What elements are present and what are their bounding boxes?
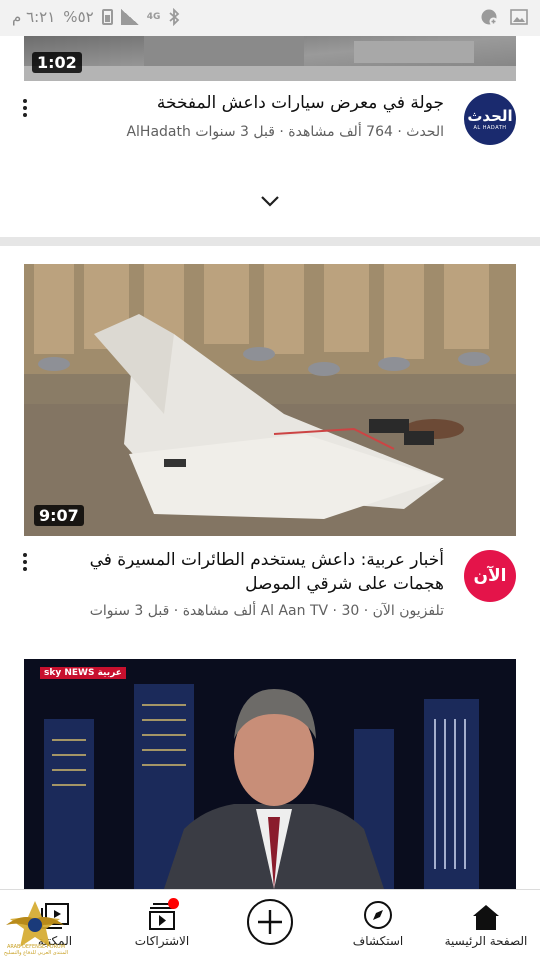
view-count: 764 ألف مشاهدة	[288, 124, 393, 140]
video-title[interactable]: جولة في معرض سيارات داعش المفخخة	[60, 91, 444, 115]
dot	[23, 99, 27, 103]
chevron-down-icon[interactable]	[256, 190, 284, 212]
news-brand-logo: sky NEWS عربية	[40, 667, 126, 679]
nav-explore[interactable]: استكشاف	[338, 890, 418, 960]
home-icon	[473, 905, 499, 930]
video-subtitle: تلفزيون الآن · Al Aan TV · 30 ألف مشاهدة…	[60, 603, 444, 619]
gallery-icon	[510, 9, 528, 25]
thumbnail-image	[24, 36, 516, 81]
section-divider	[0, 237, 540, 246]
nav-home-label: الصفحة الرئيسية	[444, 934, 528, 948]
thumbnail-image	[24, 659, 516, 889]
notification-dot	[168, 898, 179, 909]
video-title[interactable]: أخبار عربية: داعش يستخدم الطائرات المسير…	[60, 548, 444, 596]
video-subtitle: الحدث · 764 ألف مشاهدة · قبل 3 سنوات AlH…	[60, 124, 444, 140]
more-options-button[interactable]	[17, 551, 33, 573]
status-bar: ٦:٢١ م %٥٢ 4G	[0, 0, 540, 36]
channel-avatar[interactable]: الحدث AL HADATH	[464, 93, 516, 145]
nav-home[interactable]: الصفحة الرئيسية	[438, 890, 534, 960]
bottom-navigation: الصفحة الرئيسية استكشاف الاشتراكات المكت…	[0, 889, 540, 960]
video-thumbnail[interactable]: sky NEWS عربية	[24, 659, 516, 889]
video-thumbnail[interactable]: 1:02	[24, 36, 516, 81]
avatar-subtext: AL HADATH	[473, 125, 507, 131]
watermark-caption: ARAB DEFENSE FORUM المنتدى العربي للدفاع…	[2, 944, 70, 956]
watermark-tagline: المنتدى العربي للدفاع والتسليح	[3, 950, 69, 956]
video-duration: 1:02	[32, 52, 82, 73]
bluetooth-icon	[169, 8, 180, 26]
separator-dot: ·	[363, 603, 369, 619]
network-type: 4G	[146, 11, 161, 22]
plus-circle-icon	[247, 899, 293, 945]
channel-name: تلفزيون الآن	[372, 603, 444, 619]
dot	[23, 553, 27, 557]
compass-icon	[364, 901, 392, 929]
channel-latin-name: AlHadath	[126, 124, 191, 140]
channel-name: الحدث	[406, 124, 444, 140]
thumbnail-image	[24, 264, 516, 536]
nav-explore-label: استكشاف	[352, 934, 404, 948]
channel-avatar[interactable]: الآن	[464, 550, 516, 602]
battery-percent: %٥٢	[63, 8, 94, 26]
separator-dot: ·	[332, 603, 337, 619]
nav-subscriptions-label: الاشتراكات	[134, 934, 190, 948]
nav-subscriptions[interactable]: الاشتراكات	[124, 890, 200, 960]
channel-latin-name: Al Aan TV	[260, 603, 329, 619]
upload-age: قبل 3 سنوات	[195, 124, 275, 140]
video-duration: 9:07	[34, 505, 84, 526]
dot	[23, 560, 27, 564]
dot	[23, 113, 27, 117]
separator-dot: ·	[279, 124, 284, 140]
video-thumbnail[interactable]: 9:07	[24, 264, 516, 536]
separator-dot: ·	[397, 124, 402, 140]
status-left: ٦:٢١ م %٥٢ 4G	[12, 8, 180, 26]
avatar-text: الآن	[473, 566, 507, 586]
separator-dot: ·	[173, 603, 179, 619]
dot	[23, 567, 27, 571]
more-options-button[interactable]	[17, 97, 33, 119]
avatar-text: الحدث	[467, 107, 513, 125]
battery-icon	[101, 9, 113, 25]
clock: ٦:٢١ م	[12, 8, 56, 26]
status-right	[480, 8, 528, 26]
signal-icon	[120, 9, 139, 25]
data-saver-icon	[481, 9, 498, 26]
create-button[interactable]	[240, 890, 300, 960]
upload-age: قبل 3 سنوات	[89, 603, 170, 619]
dot	[23, 106, 27, 110]
